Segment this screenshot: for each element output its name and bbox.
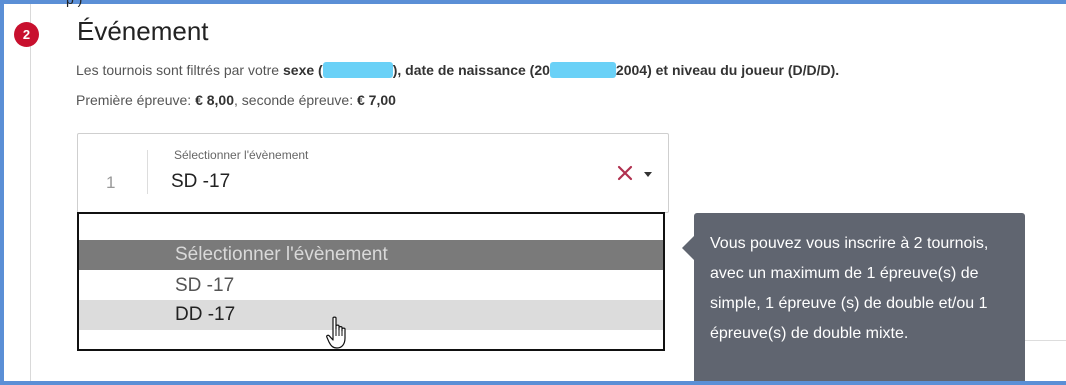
step-number-badge: 2 [14, 22, 39, 47]
level-label: niveau du joueur (D/D/D). [671, 62, 840, 78]
event-select-label: Sélectionner l'évènement [174, 148, 309, 162]
card-border [30, 4, 31, 382]
close-icon[interactable] [614, 162, 636, 184]
event-select-value[interactable]: SD -17 [171, 171, 230, 193]
hand-pointer-icon [326, 316, 346, 349]
section-title: Événement [77, 16, 209, 46]
tooltip-arrow [682, 236, 694, 260]
dob-label: date de naissance [401, 62, 526, 78]
first-price-label: Première épreuve: [76, 92, 196, 108]
clipped-previous-text: p ) [66, 0, 82, 6]
chevron-down-icon[interactable] [644, 172, 652, 177]
window-frame-top [0, 0, 1066, 4]
second-price-value: € 7,00 [356, 92, 396, 108]
second-price-label: , seconde épreuve: [234, 92, 357, 108]
redacted-date-of-birth [549, 62, 616, 78]
first-price-value: € 8,00 [195, 92, 234, 108]
slot-number: 1 [106, 173, 116, 192]
redacted-sexe [322, 62, 393, 78]
sexe-close: ), [392, 62, 402, 78]
price-info-text: Première épreuve: € 8,00, seconde épreuv… [76, 91, 396, 109]
event-select[interactable]: 1 Sélectionner l'évènement SD -17 [77, 133, 669, 213]
slot-divider [147, 150, 148, 194]
divider-line [1025, 340, 1066, 341]
event-dropdown-list[interactable]: Sélectionner l'évènement SD -17 DD -17 [77, 212, 665, 351]
dropdown-option-sd-17[interactable]: SD -17 [79, 271, 663, 301]
dob-close: 2004) et [615, 62, 672, 78]
dob-open: (20 [525, 62, 550, 78]
dropdown-option-dd-17[interactable]: DD -17 [79, 300, 663, 330]
registration-limit-tooltip: Vous pouvez vous inscrire à 2 tournois, … [694, 213, 1025, 385]
window-frame-left [0, 0, 4, 385]
sexe-label: sexe [283, 62, 315, 78]
sexe-open: ( [314, 62, 323, 78]
filter-info-text: Les tournois sont filtrés par votre sexe… [76, 61, 839, 79]
dropdown-option-placeholder[interactable]: Sélectionner l'évènement [79, 240, 663, 270]
window-frame-bottom [0, 381, 1066, 385]
filter-info-prefix: Les tournois sont filtrés par votre [76, 62, 283, 78]
